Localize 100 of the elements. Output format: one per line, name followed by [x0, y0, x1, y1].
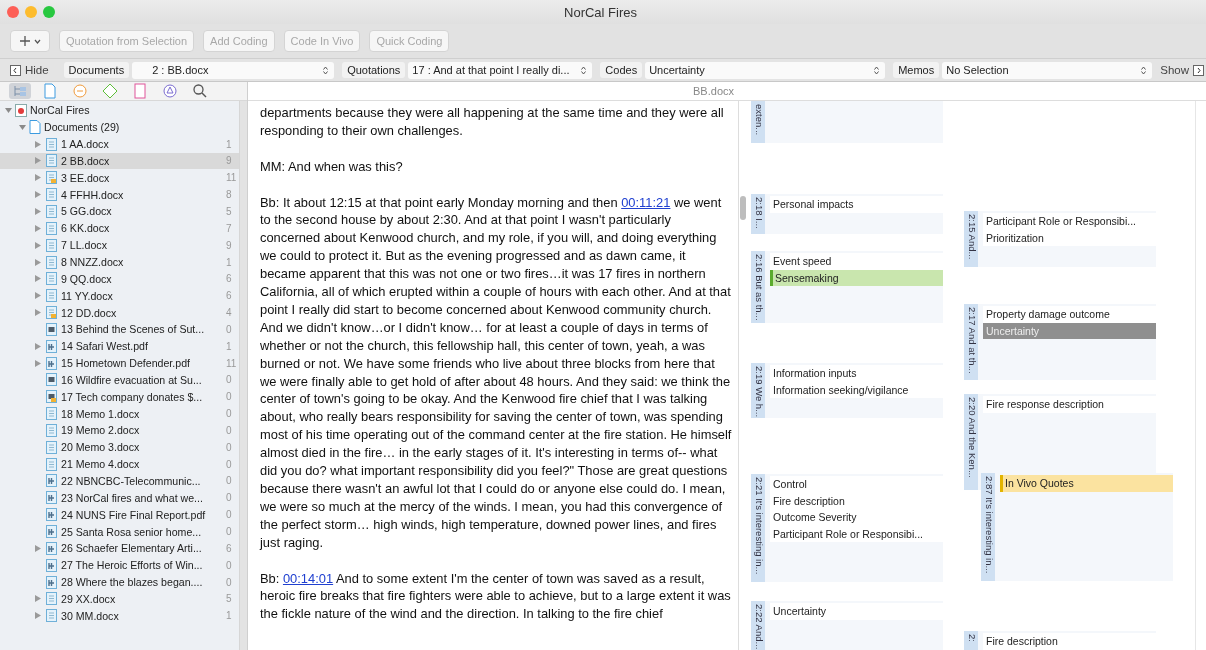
quotation-box[interactable]: 2: Fire description [964, 631, 1156, 650]
selector-value: Uncertainty [649, 64, 705, 76]
timestamp-link[interactable]: 00:14:01 [282, 570, 334, 586]
paragraph: Bb: 00:14:01 And to some extent I'm the center of town was saved as a result, heroic fire breaks that fire fighters were able to achieve, but to a large extent it was the fickle nature of the wind and the direction. In talking to the fire chief [260, 569, 732, 624]
tree-item[interactable]: 3 EE.docx [61, 171, 223, 184]
code-label[interactable]: In Vivo Quotes [1000, 475, 1173, 492]
code-label[interactable]: Event speed [770, 253, 943, 270]
tree-item[interactable]: 9 QQ.docx [61, 272, 223, 285]
item-count: 1 [226, 138, 233, 150]
item-count: 0 [226, 458, 233, 470]
collapsed-arrow-icon[interactable] [35, 191, 41, 199]
collapsed-arrow-icon[interactable] [35, 258, 41, 266]
collapsed-arrow-icon[interactable] [35, 224, 41, 232]
tree-item[interactable]: 5 GG.docx [61, 205, 223, 218]
tree-item[interactable]: 4 FFHH.docx [61, 188, 223, 201]
collapsed-arrow-icon[interactable] [35, 595, 41, 603]
quotation-label: 2: [964, 631, 978, 650]
tree-item[interactable]: 6 KK.docx [61, 222, 223, 235]
collapsed-arrow-icon[interactable] [35, 359, 41, 367]
minimize-button[interactable] [25, 6, 37, 18]
scrollbar-track[interactable] [239, 101, 247, 650]
collapsed-arrow-icon[interactable] [35, 140, 41, 148]
item-count: 6 [226, 273, 233, 285]
collapsed-arrow-icon[interactable] [35, 241, 41, 249]
tree-item[interactable]: 15 Hometown Defender.pdf [61, 357, 223, 370]
tree-item[interactable]: Documents (29) [44, 121, 239, 134]
tree-item[interactable]: 22 NBNCBC-Telecommunic... [61, 475, 223, 487]
collapsed-arrow-icon[interactable] [35, 208, 41, 215]
tree-item[interactable]: 30 MM.docx [61, 609, 223, 622]
tree-item[interactable]: 11 YY.docx [61, 289, 223, 302]
show-button[interactable]: Show [1160, 64, 1206, 76]
code-label[interactable]: Fire response description [983, 396, 1156, 413]
code-label[interactable]: Participant Role or Responsibi... [983, 213, 1156, 230]
tree-item[interactable]: NorCal Fires [30, 104, 239, 117]
hide-button[interactable]: Hide [10, 64, 56, 76]
close-button[interactable] [7, 6, 19, 18]
quotation-box[interactable]: 2:19 We h... Information inputs Information seeking/vigilance [751, 363, 943, 418]
tree-item[interactable]: 29 XX.docx [61, 592, 223, 605]
code-label[interactable]: Control [770, 476, 943, 493]
quotation-label: 2:17 And at th... [964, 304, 978, 380]
quotation-selector[interactable]: 17 : And at that point I really di... [408, 61, 593, 79]
tree-item[interactable]: 14 Safari West.pdf [61, 340, 223, 353]
tree-item[interactable]: 23 NorCal fires and what we... [61, 491, 223, 504]
code-label[interactable]: Information inputs [770, 365, 943, 382]
code-label[interactable]: Property damage outcome [983, 306, 1156, 323]
add-button[interactable] [10, 30, 50, 52]
tree-item[interactable]: 21 Memo 4.docx [61, 458, 223, 471]
scrollbar-thumb[interactable] [740, 196, 746, 220]
collapsed-arrow-icon[interactable] [35, 275, 41, 283]
tree-item[interactable]: 2 BB.docx [61, 154, 223, 167]
document-selector[interactable]: 2 : BB.docx [132, 61, 335, 79]
quotation-box[interactable]: 2:18 I... Personal impacts [751, 194, 943, 234]
tree-item[interactable]: 1 AA.docx [61, 138, 223, 151]
collapsed-arrow-icon[interactable] [35, 612, 41, 620]
tree-item[interactable]: 25 Santa Rosa senior home... [61, 525, 223, 538]
text-file-icon [45, 205, 58, 218]
hide-label: Hide [25, 64, 49, 76]
item-count: 1 [226, 256, 233, 268]
collapsed-arrow-icon[interactable] [35, 342, 41, 350]
tree-item[interactable]: 13 Behind the Scenes of Sut... [61, 323, 223, 336]
memo-selector[interactable]: No Selection [942, 61, 1153, 79]
tree-item[interactable]: 16 Wildfire evacuation at Su... [61, 373, 223, 386]
quotation-label: 2:16 But as th... [751, 251, 765, 323]
tree-item[interactable]: 28 Where the blazes began.... [61, 576, 223, 589]
code-label[interactable]: Outcome Severity [770, 509, 943, 526]
tree-icon [12, 83, 28, 99]
chevron-down-icon [33, 38, 41, 44]
expanded-arrow-icon[interactable] [18, 123, 26, 131]
collapsed-arrow-icon[interactable] [35, 174, 41, 182]
timestamp-link[interactable]: 00:11:21 [621, 194, 671, 210]
item-count: 6 [226, 290, 233, 302]
collapsed-arrow-icon[interactable] [35, 544, 41, 552]
expanded-arrow-icon[interactable] [4, 106, 12, 114]
tree-item[interactable]: 27 The Heroic Efforts of Win... [61, 559, 223, 572]
code-label[interactable]: Fire description [983, 633, 1156, 650]
collapsed-arrow-icon[interactable] [35, 157, 41, 165]
tree-item[interactable]: 8 NNZZ.docx [61, 256, 223, 268]
quotation-box[interactable]: 2:87 It's interesting in... In Vivo Quotes [981, 473, 1173, 581]
tree-item[interactable]: 19 Memo 2.docx [61, 424, 223, 437]
tree-item[interactable]: 20 Memo 3.docx [61, 441, 223, 454]
quotation-box[interactable]: 2:15 And... Participant Role or Responsibi... Prioritization [964, 211, 1156, 267]
tree-item[interactable]: 7 LL.docx [61, 239, 223, 252]
collapsed-arrow-icon[interactable] [35, 309, 41, 317]
quotation-box[interactable]: 2:22 And... Uncertainty [751, 601, 943, 650]
tree-item[interactable]: 12 DD.docx [61, 306, 223, 319]
tree-item[interactable]: 18 Memo 1.docx [61, 407, 223, 420]
code-label[interactable]: Personal impacts [770, 196, 943, 213]
pdf-file-icon [45, 491, 58, 505]
collapsed-arrow-icon[interactable] [35, 292, 41, 300]
quotation-box[interactable]: exten... [751, 101, 943, 143]
tree-item[interactable]: 17 Tech company donates $... [61, 390, 223, 403]
code-label[interactable]: Uncertainty [770, 603, 943, 620]
video-file-icon [45, 373, 58, 387]
tree-item[interactable]: 26 Schaefer Elementary Arti... [61, 542, 223, 555]
text-file-icon [45, 440, 58, 454]
code-selector[interactable]: Uncertainty [645, 61, 886, 79]
item-count: 0 [226, 323, 233, 335]
show-label: Show [1160, 64, 1189, 76]
tree-item[interactable]: 24 NUNS Fire Final Report.pdf [61, 508, 223, 521]
zoom-button[interactable] [43, 6, 55, 18]
